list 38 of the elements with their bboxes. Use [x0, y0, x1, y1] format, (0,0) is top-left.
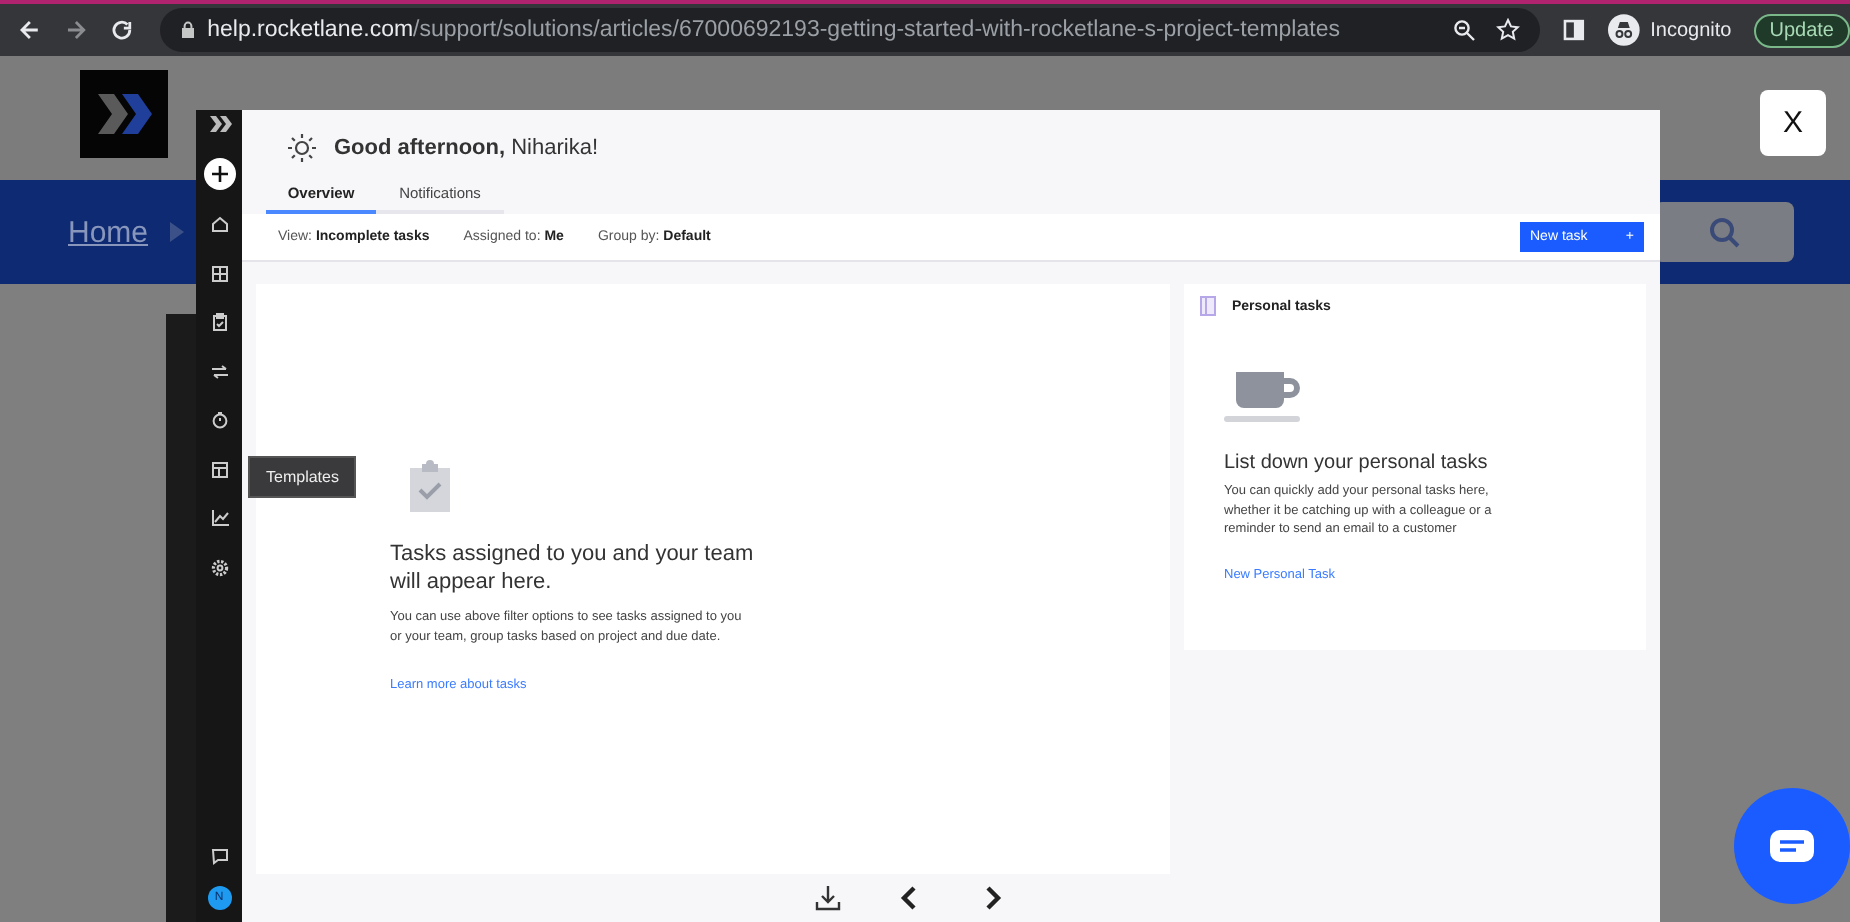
sun-icon	[286, 132, 318, 165]
clipboard-icon[interactable]	[209, 312, 229, 332]
search-field[interactable]	[1654, 202, 1794, 262]
back-icon[interactable]	[18, 18, 42, 42]
sidebar-panel-icon[interactable]	[1562, 18, 1587, 42]
grid-icon[interactable]	[209, 263, 229, 283]
download-icon[interactable]	[813, 884, 841, 913]
templates-icon[interactable]	[209, 459, 229, 479]
profile-label: Incognito	[1650, 19, 1732, 41]
chart-icon[interactable]	[209, 508, 229, 528]
address-bar[interactable]: help.rocketlane.com/support/solutions/articles/67000692193-getting-started-with-rocketlane-s-project-templates	[159, 8, 1541, 52]
forward-icon[interactable]	[63, 18, 88, 42]
close-button[interactable]: X	[1760, 90, 1826, 156]
empty-state-title: Tasks assigned to you and your team will appear here.	[390, 540, 756, 597]
update-button[interactable]: Update	[1753, 13, 1850, 47]
timer-icon[interactable]	[209, 410, 229, 430]
clipboard-check-icon	[408, 458, 452, 515]
greeting-text: Good afternoon, Niharika!	[334, 136, 599, 161]
app-logo-icon	[207, 114, 231, 134]
lock-icon	[179, 20, 196, 40]
empty-state-title: List down your personal tasks	[1224, 452, 1490, 475]
cup-icon	[1224, 368, 1304, 425]
incognito-icon	[1608, 14, 1641, 46]
reload-icon[interactable]	[109, 18, 134, 42]
star-icon[interactable]	[1496, 18, 1521, 42]
list-icon	[1200, 296, 1216, 317]
logo-icon[interactable]	[80, 70, 168, 158]
gear-icon[interactable]	[209, 557, 229, 577]
chat-icon	[1770, 830, 1814, 862]
home-icon[interactable]	[209, 214, 229, 234]
tooltip: Templates	[248, 456, 357, 498]
home-link[interactable]: Home	[68, 215, 149, 249]
add-icon[interactable]	[203, 157, 235, 189]
chevron-icon	[168, 222, 185, 242]
swap-icon[interactable]	[209, 361, 229, 381]
chat-icon[interactable]	[209, 845, 229, 865]
url-text: help.rocketlane.com/support/solutions/articles/67000692193-getting-started-with-rocketlane-s-project-templates	[207, 18, 1340, 42]
zoom-icon[interactable]	[1452, 18, 1477, 42]
